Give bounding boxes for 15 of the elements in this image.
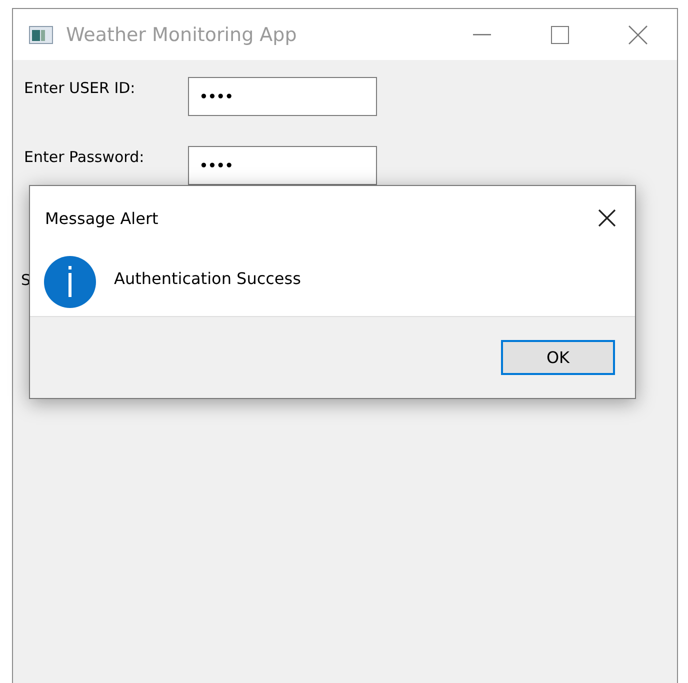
input-field[interactable]: •••• [188,146,377,185]
field-label: S [21,271,31,289]
dialog-message: Authentication Success [114,268,301,288]
field-label: Enter Password: [24,147,146,166]
close-icon [598,209,616,227]
input-field[interactable]: •••• [188,77,377,116]
info-icon [44,256,96,308]
window-icon [29,26,53,44]
window-title: Weather Monitoring App [66,24,298,46]
maximize-icon [551,26,569,44]
ok-button[interactable]: OK [501,340,615,375]
field-label: Enter USER ID: [24,78,136,97]
dialog-title: Message Alert [45,208,158,228]
close-icon [628,24,648,44]
minimize-icon [473,34,491,36]
